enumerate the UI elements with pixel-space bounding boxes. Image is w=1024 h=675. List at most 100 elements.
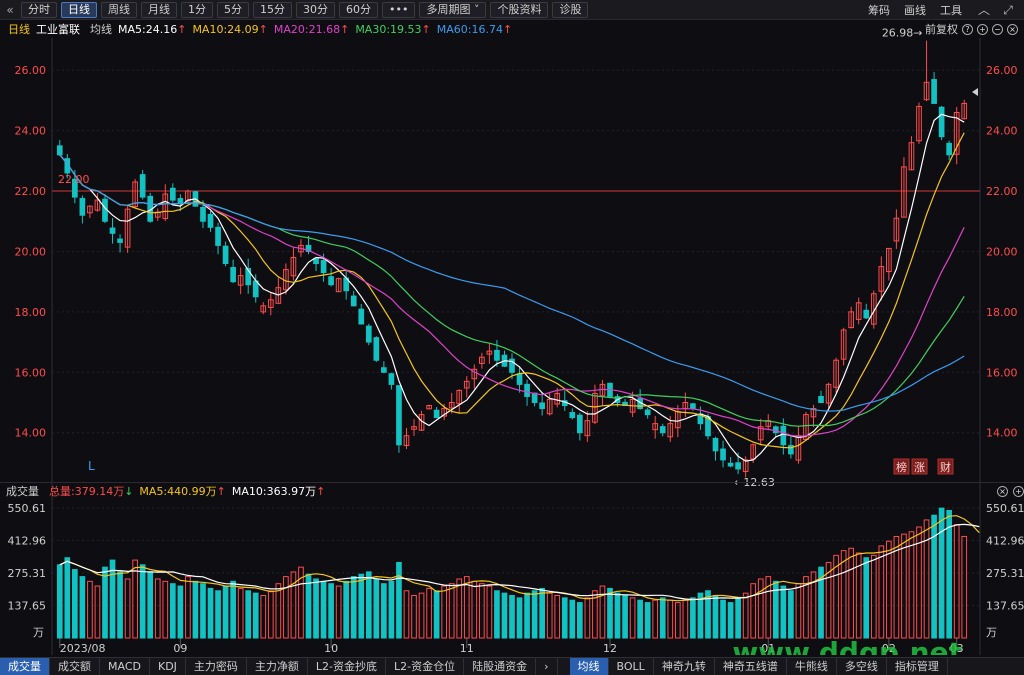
volume-bar	[139, 564, 146, 639]
add-icon[interactable]: +	[1013, 485, 1024, 497]
volume-bar	[690, 597, 696, 639]
volume-bar	[215, 590, 221, 639]
price-tick-right: 22.00	[986, 185, 1018, 198]
indicator-tab-0[interactable]: 成交量	[0, 657, 50, 675]
indicator-tab-13[interactable]: 神奇五线谱	[715, 657, 787, 675]
indicator-tab-15[interactable]: 多空线	[837, 657, 887, 675]
date-tick-label: 11	[460, 642, 474, 655]
volume-bar	[56, 564, 63, 639]
volume-bar	[456, 578, 463, 639]
volume-bar	[870, 554, 877, 639]
volume-bar	[350, 576, 357, 639]
candle-body	[938, 106, 945, 138]
volume-bar	[245, 590, 252, 639]
candle-body	[117, 238, 123, 243]
volume-bar	[901, 533, 907, 639]
candle-body	[207, 213, 214, 228]
candle-body	[396, 385, 402, 446]
price-tick-left: 26.00	[15, 64, 47, 77]
volume-bar	[185, 576, 191, 639]
volume-bar	[463, 576, 470, 639]
volume-bar	[908, 531, 915, 639]
indicator-tab-8[interactable]: 陆股通资金	[464, 657, 537, 675]
indicator-tab-14[interactable]: 牛熊线	[787, 657, 837, 675]
indicator-tab-7[interactable]: L2-资金仓位	[386, 657, 465, 675]
candle-body	[222, 245, 229, 265]
volume-bar	[124, 578, 131, 639]
volume-bar	[260, 595, 267, 639]
candle-body	[313, 258, 319, 265]
candle-body	[139, 174, 146, 198]
volume-bar	[788, 590, 794, 639]
volume-bar	[622, 595, 628, 639]
volume-bar	[169, 583, 176, 639]
volume-bar	[207, 587, 214, 639]
candle-body	[200, 206, 206, 222]
close-icon[interactable]: ×	[997, 485, 1008, 497]
volume-bar	[501, 592, 508, 639]
candle-body	[252, 280, 259, 298]
kline-chart[interactable]: 26.00 26.00 24.00 24.00 22.00 22.00 20.00 20.00…	[0, 0, 1024, 655]
candle-body	[365, 325, 372, 343]
volume-bar	[313, 578, 319, 639]
volume-bar	[509, 595, 515, 639]
candle-body	[772, 426, 779, 434]
volume-bar	[938, 507, 945, 639]
volume-bar	[132, 559, 138, 639]
volume-bar	[252, 592, 259, 639]
indicator-tab-16[interactable]: 指标管理	[887, 657, 948, 675]
volume-bar	[79, 576, 86, 639]
volume-bar	[946, 510, 952, 639]
volume-bar	[411, 595, 417, 639]
candle-body	[727, 462, 734, 467]
volume-bar	[283, 576, 289, 639]
volume-tick-left: 550.61	[8, 502, 47, 515]
volume-bar	[72, 569, 78, 639]
indicator-tab-11[interactable]: BOLL	[609, 657, 654, 675]
volume-bar	[931, 514, 937, 639]
watermark: www.ddgp.net	[732, 636, 962, 655]
ma5-line	[59, 113, 965, 462]
volume-bar	[795, 583, 802, 639]
indicator-tab-4[interactable]: 主力密码	[186, 657, 247, 675]
volume-bar	[727, 602, 734, 639]
candle-body	[863, 309, 870, 319]
volume-bar	[886, 540, 892, 639]
volume-bar	[365, 571, 372, 639]
volume-title[interactable]: 成交量	[6, 483, 39, 499]
volume-bar	[230, 580, 236, 639]
indicator-tab-1[interactable]: 成交额	[50, 657, 100, 675]
indicator-tab-10[interactable]: 均线	[569, 657, 609, 675]
price-tick-right: 20.00	[986, 245, 1018, 258]
indicator-tab-5[interactable]: 主力净额	[247, 657, 308, 675]
candle-body	[358, 308, 365, 325]
volume-bar	[147, 571, 154, 639]
price-tick-right: 24.00	[986, 125, 1018, 138]
volume-bar	[629, 597, 636, 639]
date-tick-label: 2023/08	[60, 642, 106, 655]
volume-bar	[441, 585, 448, 639]
volume-bar	[471, 580, 478, 639]
volume-bar	[396, 561, 402, 639]
volume-ma5: MA5:440.99万↑	[139, 485, 226, 498]
indicator-tab-9[interactable]: ›	[536, 657, 558, 675]
reference-price-label: 22.00	[58, 173, 90, 186]
volume-bar	[426, 587, 432, 639]
date-tick-label: 09	[173, 642, 187, 655]
candle-body	[780, 425, 787, 446]
candle-body	[690, 403, 696, 410]
volume-bar	[117, 571, 123, 639]
volume-bar	[607, 587, 613, 639]
volume-bar	[320, 580, 327, 639]
indicator-tab-2[interactable]: MACD	[100, 657, 150, 675]
volume-bar	[923, 519, 930, 639]
candle-body	[659, 426, 666, 434]
volume-bar	[403, 590, 410, 639]
indicator-tab-3[interactable]: KDJ	[150, 657, 186, 675]
volume-tick-right: 550.61	[986, 502, 1024, 515]
volume-bar	[659, 597, 666, 639]
indicator-tab-6[interactable]: L2-资金抄底	[308, 657, 387, 675]
indicator-tab-12[interactable]: 神奇九转	[654, 657, 715, 675]
volume-bar	[200, 583, 206, 639]
volume-bar	[102, 566, 108, 639]
